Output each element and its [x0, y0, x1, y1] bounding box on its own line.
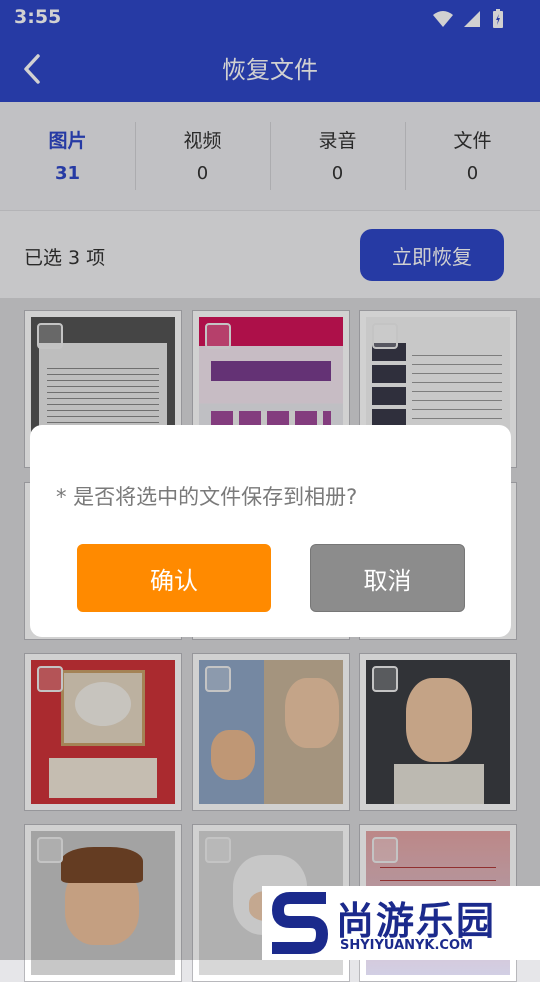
cancel-button[interactable]: 取消	[310, 544, 465, 612]
dialog-message: * 是否将选中的文件保存到相册?	[56, 485, 358, 509]
watermark-url: SHYIYUANYK.COM	[340, 938, 473, 953]
confirm-button[interactable]: 确认	[77, 544, 271, 612]
save-confirm-dialog: * 是否将选中的文件保存到相册? 确认 取消	[30, 425, 511, 637]
brand-logo-icon	[272, 892, 328, 954]
watermark: 尚游乐园 SHYIYUANYK.COM	[262, 886, 540, 960]
watermark-brand: 尚游乐园	[336, 899, 497, 943]
